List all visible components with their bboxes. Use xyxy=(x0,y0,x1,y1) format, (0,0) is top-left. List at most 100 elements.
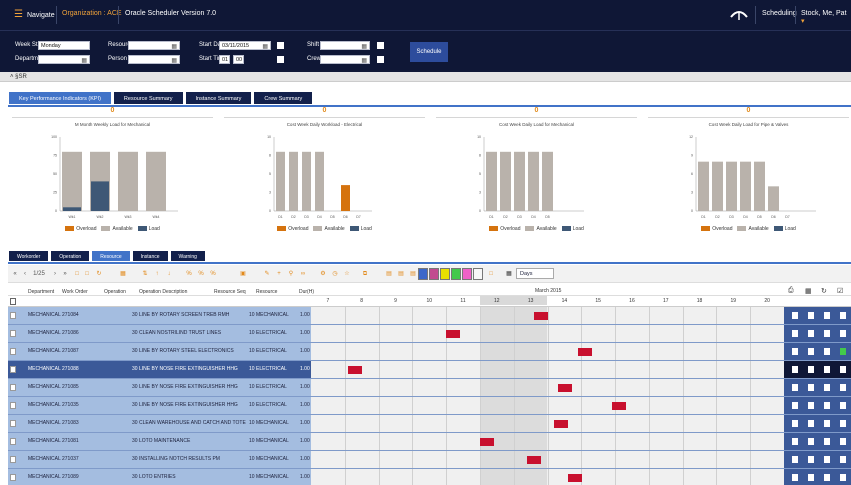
lookup-icon[interactable]: ▦ xyxy=(361,57,367,65)
color-swatch-pink[interactable] xyxy=(462,268,472,280)
tab-instance[interactable]: Instance xyxy=(131,250,169,262)
tab-operation[interactable]: Operation xyxy=(50,250,91,262)
row-action-checkbox[interactable] xyxy=(792,474,798,481)
layout-icon[interactable]: ▤ xyxy=(396,269,406,279)
row-action-checkbox[interactable] xyxy=(840,330,846,337)
tab-warning[interactable]: Warning xyxy=(169,250,206,262)
lookup-icon[interactable]: ▦ xyxy=(81,57,87,65)
copy-icon[interactable]: ⧉ xyxy=(360,269,370,279)
row-action-checkbox[interactable] xyxy=(824,402,830,409)
task-bar[interactable] xyxy=(446,330,461,338)
col-duration[interactable]: Dur(H) xyxy=(299,289,314,295)
table-row[interactable]: MECHANICAL 271087 30 LINE BY ROTARY STEEL E… xyxy=(8,343,851,361)
percent-icon[interactable]: % xyxy=(208,269,218,279)
columns-icon[interactable]: ▦ xyxy=(805,287,812,295)
row-action-checkbox[interactable] xyxy=(824,312,830,319)
row-action-checkbox[interactable] xyxy=(808,366,814,373)
col-resource[interactable]: Resource xyxy=(256,289,277,295)
color-swatch-blue[interactable] xyxy=(418,268,428,280)
col-operation[interactable]: Operation xyxy=(104,289,126,295)
refresh-icon[interactable]: ↻ xyxy=(821,287,827,295)
department-input[interactable]: ▦ xyxy=(38,55,90,64)
task-bar[interactable] xyxy=(554,420,569,428)
clear-icon[interactable]: □ xyxy=(486,269,496,279)
lookup-icon[interactable]: ▦ xyxy=(361,43,367,51)
task-bar[interactable] xyxy=(557,384,572,392)
row-checkbox[interactable] xyxy=(10,384,16,391)
crew-input[interactable]: ▦ xyxy=(320,55,370,64)
tab-instance-summary[interactable]: Instance Summary xyxy=(184,91,253,105)
start-time-checkbox[interactable] xyxy=(277,56,284,63)
row-action-checkbox[interactable] xyxy=(808,438,814,445)
row-action-checkbox[interactable] xyxy=(808,420,814,427)
row-checkbox[interactable] xyxy=(10,420,16,427)
lock-icon[interactable]: ⚲ xyxy=(286,269,296,279)
add-icon[interactable]: + xyxy=(274,269,284,279)
row-action-checkbox[interactable] xyxy=(808,312,814,319)
table-row[interactable]: MECHANICAL 271035 30 LINE BY NOSE FIRE EXTI… xyxy=(8,397,851,415)
row-action-checkbox[interactable] xyxy=(824,438,830,445)
row-action-checkbox[interactable] xyxy=(792,384,798,391)
row-action-checkbox[interactable] xyxy=(840,384,846,391)
row-checkbox[interactable] xyxy=(10,366,16,373)
organization-selector[interactable]: Organization : ACE xyxy=(62,10,122,17)
user-menu[interactable]: Stock, Me, Pat ▾ xyxy=(801,10,851,25)
col-work-order[interactable]: Work Order xyxy=(62,289,88,295)
table-row[interactable]: MECHANICAL 271089 30 LOTO ENTRIES 10 MECHANIC… xyxy=(8,469,851,485)
color-swatch-yellow[interactable] xyxy=(440,268,450,280)
row-checkbox[interactable] xyxy=(10,330,16,337)
tab-crew-summary[interactable]: Crew Summary xyxy=(253,91,314,105)
table-row[interactable]: MECHANICAL 271081 30 LOTO MAINTENANCE 10 MECH… xyxy=(8,433,851,451)
checkbox-icon[interactable]: ☑ xyxy=(837,287,843,295)
sort-icon[interactable]: ⇅ xyxy=(140,269,150,279)
start-date-input[interactable]: 03/11/2015 ▦ xyxy=(219,41,271,50)
settings-icon[interactable]: ⚙ xyxy=(318,269,328,279)
row-action-checkbox[interactable] xyxy=(840,348,846,355)
link-icon[interactable]: ∞ xyxy=(298,269,308,279)
row-action-checkbox[interactable] xyxy=(792,456,798,463)
tab-workorder[interactable]: Workorder xyxy=(8,250,50,262)
row-action-checkbox[interactable] xyxy=(840,402,846,409)
print-icon[interactable]: ⎙ xyxy=(788,287,794,295)
view-select[interactable]: Days xyxy=(516,268,554,279)
edit-icon[interactable]: ✎ xyxy=(262,269,272,279)
row-action-checkbox[interactable] xyxy=(840,312,846,319)
row-action-checkbox[interactable] xyxy=(824,384,830,391)
row-action-checkbox[interactable] xyxy=(792,312,798,319)
start-time-minute[interactable]: 00 xyxy=(233,55,244,64)
row-action-checkbox[interactable] xyxy=(792,366,798,373)
table-row[interactable]: MECHANICAL 271083 30 CLEAN WAREHOUSE AND CA… xyxy=(8,415,851,433)
row-action-checkbox[interactable] xyxy=(824,456,830,463)
person-input[interactable]: ▦ xyxy=(128,55,180,64)
prev-page-icon[interactable]: ‹ xyxy=(20,269,30,279)
row-action-checkbox[interactable] xyxy=(792,348,798,355)
row-checkbox[interactable] xyxy=(10,456,16,463)
tab-kpi[interactable]: Key Performance Indicators (KPI) xyxy=(8,91,112,105)
collapse-bar[interactable]: ˄ §SR xyxy=(0,72,851,82)
sort-desc-icon[interactable]: ↓ xyxy=(164,269,174,279)
row-action-checkbox[interactable] xyxy=(824,366,830,373)
percent-icon[interactable]: % xyxy=(184,269,194,279)
row-checkbox[interactable] xyxy=(10,402,16,409)
percent-icon[interactable]: % xyxy=(196,269,206,279)
clock-icon[interactable]: ◷ xyxy=(330,269,340,279)
shift-checkbox[interactable] xyxy=(377,42,384,49)
star-icon[interactable]: ☆ xyxy=(342,269,352,279)
task-bar[interactable] xyxy=(567,474,582,482)
crew-checkbox[interactable] xyxy=(377,56,384,63)
first-page-icon[interactable]: « xyxy=(10,269,20,279)
week-start-input[interactable]: Monday xyxy=(38,41,90,50)
table-row[interactable]: MECHANICAL 271084 30 LINE BY ROTARY SCREEN … xyxy=(8,307,851,325)
table-row[interactable]: MECHANICAL 271088 30 LINE BY NOSE FIRE EXTI… xyxy=(8,361,851,379)
calendar-icon[interactable]: ▦ xyxy=(262,43,268,51)
row-action-checkbox[interactable] xyxy=(808,474,814,481)
lookup-icon[interactable]: ▦ xyxy=(171,43,177,51)
row-action-checkbox[interactable] xyxy=(808,384,814,391)
start-date-checkbox[interactable] xyxy=(277,42,284,49)
calendar-icon[interactable]: ▦ xyxy=(504,269,514,279)
select-all-checkbox[interactable] xyxy=(10,298,16,305)
color-swatch-white[interactable] xyxy=(473,268,483,280)
col-resource-seq[interactable]: Resource Seq xyxy=(214,289,246,295)
col-operation-description[interactable]: Operation Description xyxy=(139,289,187,295)
sort-asc-icon[interactable]: ↑ xyxy=(152,269,162,279)
